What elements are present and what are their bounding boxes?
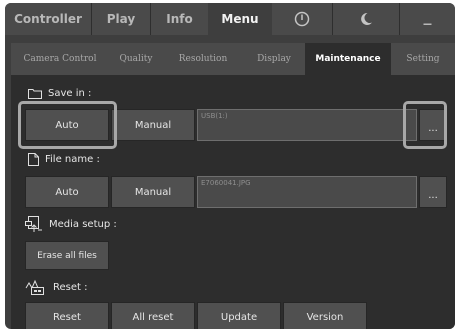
reset-button-label: Reset <box>53 311 81 323</box>
maintenance-panel: Save in : Auto Manual USB(1:) ... File n… <box>11 75 455 329</box>
save-in-heading: Save in : <box>28 86 91 100</box>
power-icon <box>294 11 310 27</box>
version-button[interactable]: Version <box>283 302 367 329</box>
sub-tab-bar: Camera Control Quality Resolution Displa… <box>11 43 455 75</box>
reset-button[interactable]: Reset <box>25 302 109 329</box>
tab-controller-label: Controller <box>14 12 82 26</box>
reset-heading: Reset : <box>25 278 87 296</box>
reset-icon <box>25 279 44 295</box>
tab-play-label: Play <box>106 12 136 26</box>
folder-icon <box>28 88 42 99</box>
tab-info-label: Info <box>166 12 193 26</box>
app-window: Controller Play Info Menu _ Camera Contr… <box>5 3 455 329</box>
tab-quality[interactable]: Quality <box>109 43 163 75</box>
tab-sleep[interactable] <box>333 3 400 35</box>
tab-menu[interactable]: Menu <box>208 3 272 35</box>
browse-highlight <box>403 101 447 149</box>
tab-controller[interactable]: Controller <box>5 3 92 35</box>
file-name-browse-label: ... <box>428 190 438 201</box>
tab-resolution[interactable]: Resolution <box>163 43 243 75</box>
auto-highlight <box>18 101 117 149</box>
reset-label: Reset : <box>53 281 88 293</box>
file-name-label: File name : <box>45 153 100 165</box>
file-name-auto-label: Auto <box>55 186 79 198</box>
tab-maintenance-label: Maintenance <box>315 54 381 64</box>
save-path-field[interactable]: USB(1:) <box>197 109 417 141</box>
file-name-value: E7060041.JPG <box>201 179 251 187</box>
save-path-value: USB(1:) <box>201 112 228 120</box>
tab-display-label: Display <box>257 54 291 64</box>
file-icon <box>28 152 39 166</box>
tab-setting[interactable]: Setting <box>391 43 455 75</box>
tab-camera-control[interactable]: Camera Control <box>11 43 109 75</box>
tab-camera-control-label: Camera Control <box>23 54 97 64</box>
save-in-label: Save in : <box>48 87 92 99</box>
file-name-field[interactable]: E7060041.JPG <box>197 176 417 208</box>
top-tab-bar: Controller Play Info Menu _ <box>5 3 455 35</box>
media-setup-icon <box>25 215 42 232</box>
tab-maintenance[interactable]: Maintenance <box>305 43 391 75</box>
file-name-heading: File name : <box>28 152 100 166</box>
media-setup-label: Media setup : <box>49 218 117 230</box>
all-reset-button[interactable]: All reset <box>111 302 195 329</box>
file-name-manual-label: Manual <box>134 186 172 198</box>
file-name-browse-button[interactable]: ... <box>419 176 447 208</box>
tab-power[interactable] <box>272 3 333 35</box>
file-name-auto-button[interactable]: Auto <box>25 176 109 208</box>
save-in-manual-button[interactable]: Manual <box>111 109 195 141</box>
erase-all-files-label: Erase all files <box>37 250 97 261</box>
tab-resolution-label: Resolution <box>178 54 228 64</box>
tab-info[interactable]: Info <box>151 3 208 35</box>
tab-play[interactable]: Play <box>92 3 151 35</box>
minimize-label: _ <box>423 5 432 25</box>
media-setup-heading: Media setup : <box>25 215 117 233</box>
tab-quality-label: Quality <box>119 54 153 64</box>
tab-setting-label: Setting <box>406 54 440 64</box>
erase-all-files-button[interactable]: Erase all files <box>25 241 109 270</box>
save-in-manual-label: Manual <box>134 119 172 131</box>
update-button[interactable]: Update <box>197 302 281 329</box>
all-reset-button-label: All reset <box>132 311 174 323</box>
tab-menu-label: Menu <box>221 12 259 26</box>
file-name-manual-button[interactable]: Manual <box>111 176 195 208</box>
tab-display[interactable]: Display <box>243 43 305 75</box>
moon-icon <box>361 12 372 25</box>
version-button-label: Version <box>306 311 344 323</box>
update-button-label: Update <box>220 311 258 323</box>
minimize-button[interactable]: _ <box>400 3 455 35</box>
